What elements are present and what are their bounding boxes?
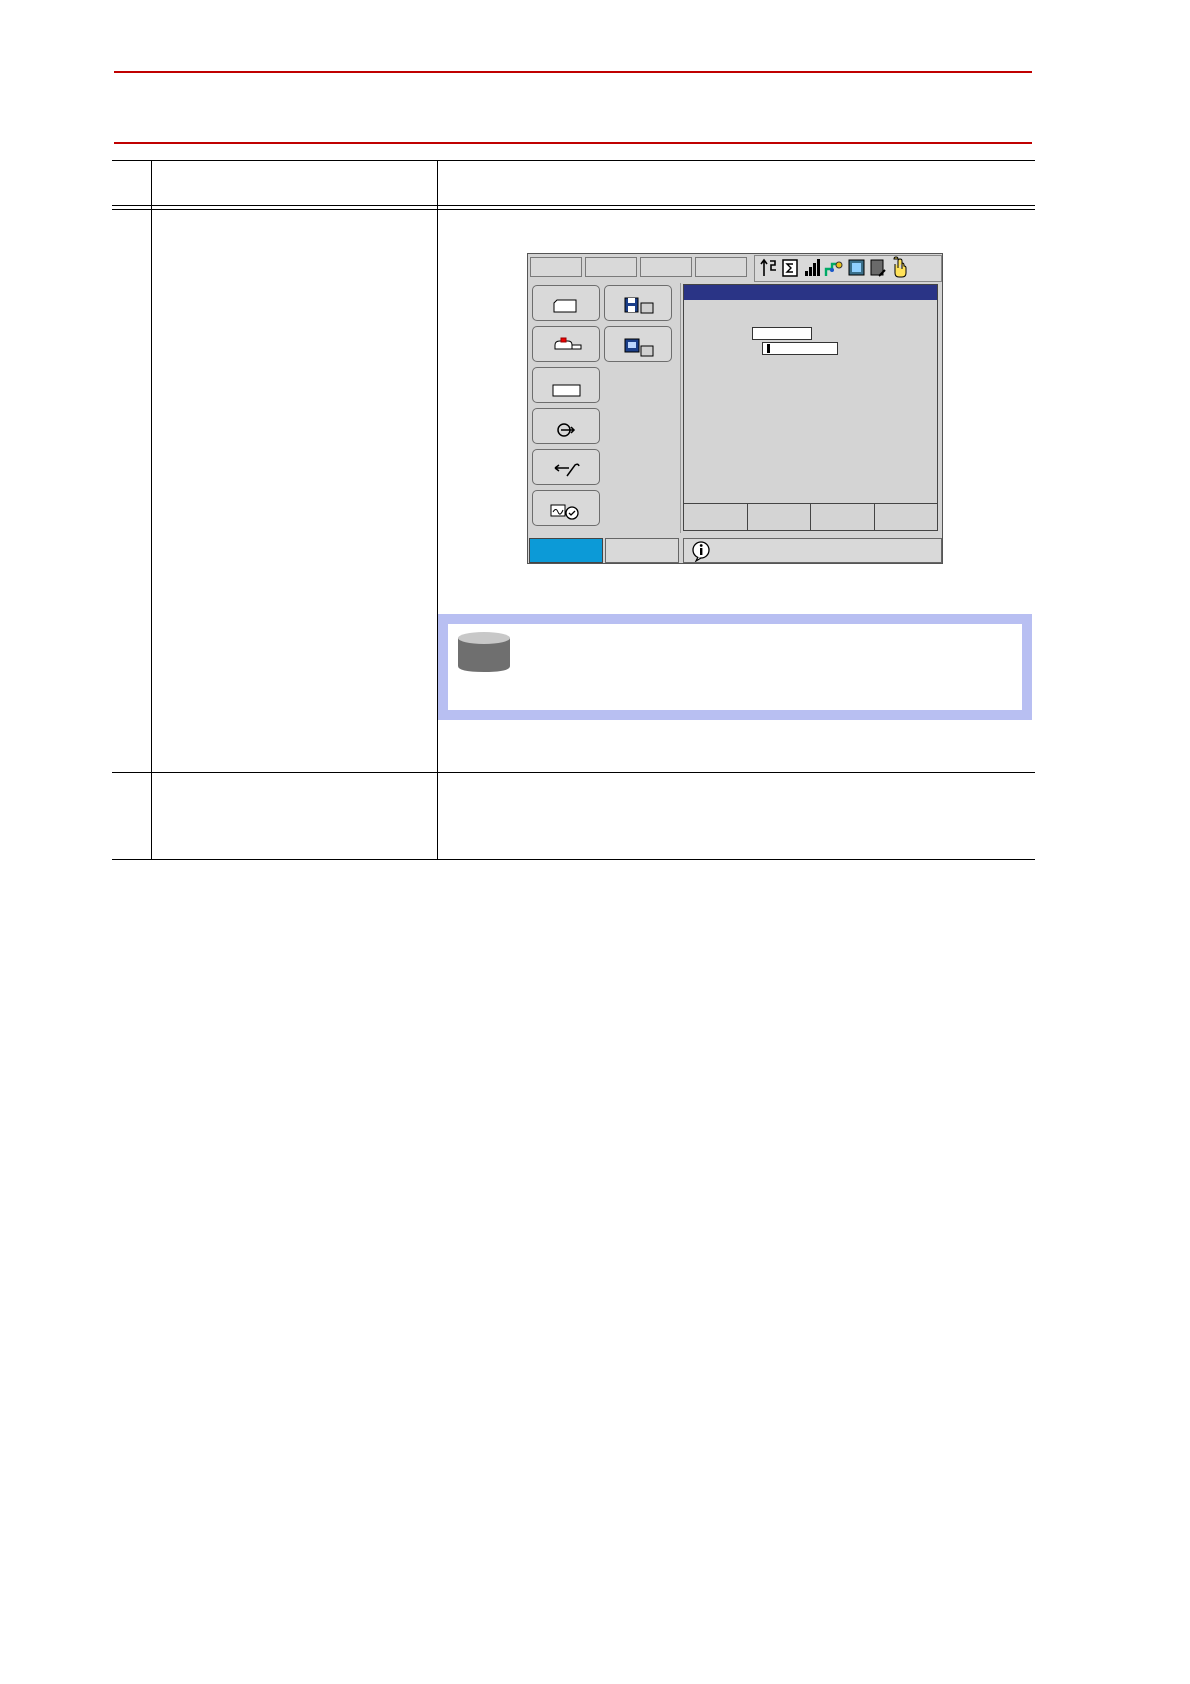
pendant-screen <box>527 253 943 564</box>
io-icon <box>557 423 576 437</box>
info-bubble-icon <box>692 541 710 562</box>
in-out-menu-button[interactable] <box>532 408 600 444</box>
header-top-rule <box>114 71 1032 73</box>
work-window <box>683 284 938 531</box>
robot-link-icon <box>824 261 843 276</box>
message-bar <box>683 538 942 563</box>
window-function-button[interactable] <box>874 504 937 530</box>
edit-icon <box>870 259 886 277</box>
text-cursor <box>767 344 770 353</box>
system-info-menu-button[interactable] <box>532 490 600 526</box>
job-menu-button[interactable] <box>532 285 600 321</box>
file-menu-button[interactable] <box>604 285 672 321</box>
input-field-active[interactable] <box>762 342 838 355</box>
variable-menu-button[interactable] <box>532 367 600 403</box>
top-menu-button[interactable] <box>695 257 747 277</box>
table-header-rule-2 <box>112 209 1035 210</box>
robot-icon <box>554 337 582 350</box>
box-icon <box>552 384 581 397</box>
note-box <box>438 614 1032 720</box>
window-title-bar <box>684 285 937 300</box>
table-header-rule <box>112 205 1035 206</box>
window-function-button[interactable] <box>811 504 875 530</box>
cylinder-icon <box>458 632 510 672</box>
top-menu-button[interactable] <box>530 257 582 277</box>
window-title <box>684 289 688 301</box>
screen-icon <box>848 259 865 276</box>
window-function-button[interactable] <box>684 504 748 530</box>
monitor-icon <box>624 338 654 357</box>
system-check-icon <box>550 504 579 520</box>
document-icon <box>553 299 577 313</box>
window-button-row <box>684 503 937 530</box>
top-menu-button[interactable] <box>640 257 692 277</box>
header-bottom-rule <box>114 142 1032 144</box>
setup-menu-button[interactable] <box>532 449 600 485</box>
signal-bars-icon <box>805 259 820 276</box>
main-menu-panel <box>530 283 681 533</box>
input-field[interactable] <box>752 327 812 340</box>
sigma-icon <box>782 259 798 277</box>
table-row-divider <box>112 772 1035 773</box>
display-menu-button[interactable] <box>604 326 672 362</box>
wrench-icon <box>554 463 580 477</box>
top-menu-button[interactable] <box>585 257 637 277</box>
robot-menu-button[interactable] <box>532 326 600 362</box>
arrows-icon <box>760 258 776 276</box>
note-content <box>448 624 1022 710</box>
window-function-button[interactable] <box>747 504 811 530</box>
floppy-disk-icon <box>624 297 654 314</box>
table-top-border <box>112 160 1035 161</box>
hand-icon <box>893 256 907 278</box>
simple-menu-status-button[interactable] <box>605 538 679 563</box>
status-icon-bar <box>754 255 942 282</box>
main-menu-status-button[interactable] <box>529 538 603 563</box>
table-bottom-border <box>112 859 1035 860</box>
table-column-divider <box>151 160 152 860</box>
table-column-divider <box>437 160 438 860</box>
